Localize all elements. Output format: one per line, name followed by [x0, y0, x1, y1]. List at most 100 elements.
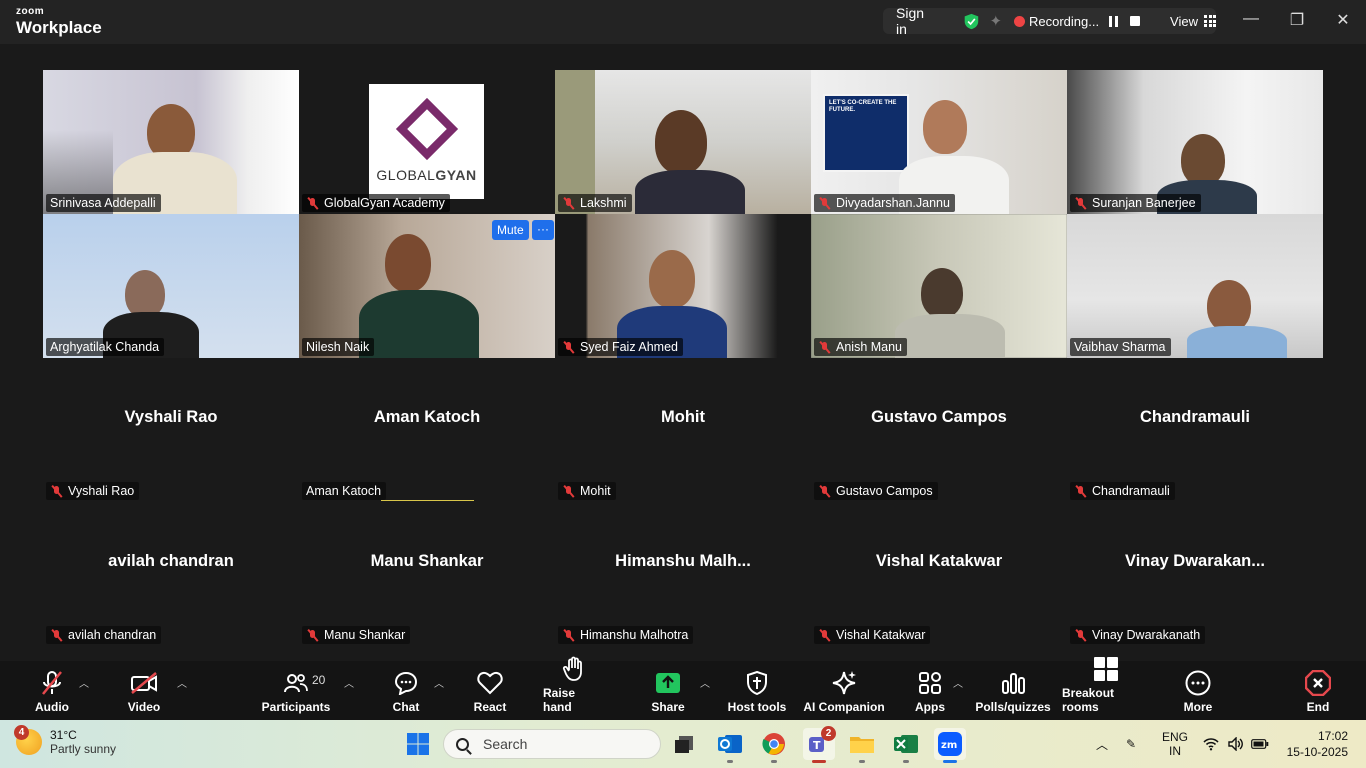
video-tile[interactable]: LET'S CO-CREATE THE FUTURE. Divyadarshan… — [811, 70, 1067, 214]
breakout-rooms-button[interactable]: Breakout rooms — [1062, 657, 1150, 720]
mic-muted-icon — [818, 197, 831, 210]
show-hidden-icons[interactable]: ︿ — [1096, 720, 1108, 768]
language-indicator[interactable]: ENG IN — [1162, 720, 1188, 768]
participant-display-name: Gustavo Campos — [871, 408, 1007, 426]
video-tile[interactable]: Syed Faiz Ahmed — [555, 214, 811, 358]
mic-muted-icon — [50, 629, 63, 642]
name-tile[interactable]: Vinay Dwarakan... Vinay Dwarakanath — [1067, 502, 1323, 646]
bar-chart-icon — [1002, 673, 1025, 694]
video-off-icon — [131, 672, 157, 694]
view-button[interactable]: View — [1170, 14, 1198, 29]
video-tile[interactable]: Anish Manu — [811, 214, 1067, 358]
participant-display-name: Chandramauli — [1139, 408, 1251, 426]
security-shield-icon[interactable] — [963, 13, 980, 30]
chrome-app[interactable] — [758, 728, 790, 763]
video-tile[interactable]: Vaibhav Sharma — [1067, 214, 1323, 358]
name-tile[interactable]: Manu Shankar Manu Shankar — [299, 502, 555, 646]
minimize-button[interactable]: — — [1239, 10, 1263, 32]
battery-icon[interactable] — [1251, 720, 1269, 768]
teams-badge: 2 — [821, 726, 836, 741]
name-tile[interactable]: Chandramauli Chandramauli — [1067, 358, 1323, 502]
video-tile[interactable]: Srinivasa Addepalli — [43, 70, 299, 214]
chat-options-chevron-icon[interactable]: ︿ — [434, 675, 444, 690]
mic-muted-icon — [50, 485, 63, 498]
zoom-app[interactable]: zm — [934, 728, 966, 763]
brand-small: zoom — [16, 6, 45, 17]
name-tile[interactable]: Vishal Katakwar Vishal Katakwar — [811, 502, 1067, 646]
name-tile[interactable]: Himanshu Malh... Himanshu Malhotra — [555, 502, 811, 646]
recording-status[interactable]: Recording... — [1029, 14, 1099, 29]
system-clock[interactable]: 17:02 15-10-2025 — [1287, 729, 1348, 760]
search-label: Search — [483, 736, 528, 752]
ai-companion-button[interactable]: AI Companion — [803, 661, 885, 720]
audio-button[interactable]: Audio — [30, 661, 74, 720]
share-options-chevron-icon[interactable]: ︿ — [700, 675, 710, 690]
chat-button[interactable]: Chat — [388, 661, 424, 720]
close-button[interactable]: ✕ — [1331, 10, 1355, 32]
video-button[interactable]: Video — [122, 661, 166, 720]
participant-more-button[interactable]: ··· — [532, 220, 554, 240]
outlook-app[interactable] — [714, 728, 746, 763]
video-tile[interactable]: Lakshmi — [555, 70, 811, 214]
participant-name-label: Manu Shankar — [302, 626, 411, 644]
name-tile[interactable]: Aman Katoch Aman Katoch — [299, 358, 555, 502]
mic-muted-icon — [1074, 485, 1087, 498]
pen-icon[interactable]: ✎ — [1126, 720, 1136, 768]
more-button[interactable]: More — [1180, 661, 1216, 720]
audio-options-chevron-icon[interactable]: ︿ — [79, 675, 89, 690]
mic-muted-icon — [818, 341, 831, 354]
outlook-icon — [718, 735, 742, 753]
participant-display-name: Vinay Dwarakan... — [1124, 552, 1266, 570]
participant-name-label: Vaibhav Sharma — [1070, 338, 1171, 356]
name-tile[interactable]: Vyshali Rao Vyshali Rao — [43, 358, 299, 502]
raise-hand-button[interactable]: Raise hand — [543, 656, 605, 720]
react-button[interactable]: React — [470, 661, 510, 720]
video-gallery: Srinivasa Addepalli GLOBALGYAN GlobalGya… — [43, 70, 1323, 660]
search-icon — [456, 737, 469, 751]
task-view-button[interactable] — [668, 728, 700, 760]
heart-icon — [477, 671, 503, 695]
participants-button[interactable]: Participants — [262, 661, 330, 720]
poster: LET'S CO-CREATE THE FUTURE. — [823, 94, 909, 172]
name-tile[interactable]: Mohit Mohit — [555, 358, 811, 502]
file-explorer-app[interactable] — [846, 728, 878, 763]
folder-icon — [850, 737, 874, 753]
polls-button[interactable]: Polls/quizzes — [975, 661, 1051, 720]
name-tile[interactable]: Gustavo Campos Gustavo Campos — [811, 358, 1067, 502]
sign-in-button[interactable]: Sign in — [896, 5, 939, 37]
mic-muted-icon — [1074, 629, 1087, 642]
apps-button[interactable]: Apps — [912, 661, 948, 720]
host-tools-button[interactable]: Host tools — [727, 661, 787, 720]
participant-name-label: Arghyatilak Chanda — [46, 338, 165, 356]
grid-view-icon[interactable] — [1204, 15, 1216, 27]
share-button[interactable]: Share — [648, 661, 688, 720]
participant-name-label: Nilesh Naik — [302, 338, 375, 356]
video-tile[interactable]: GLOBALGYAN GlobalGyan Academy — [299, 70, 555, 214]
teams-app[interactable]: T 2 — [803, 726, 836, 763]
video-tile[interactable]: Suranjan Banerjee — [1067, 70, 1323, 214]
restore-button[interactable]: ❐ — [1285, 10, 1309, 32]
name-tile[interactable]: avilah chandran avilah chandran — [43, 502, 299, 646]
mute-participant-button[interactable]: Mute — [492, 220, 529, 240]
participants-options-chevron-icon[interactable]: ︿ — [344, 675, 354, 690]
mic-muted-icon — [306, 629, 319, 642]
ai-sparkle-icon[interactable]: ✦ — [989, 12, 1002, 30]
weather-widget[interactable]: 4 31°C Partly sunny — [14, 725, 116, 757]
mic-muted-icon — [1074, 197, 1087, 210]
start-button[interactable] — [402, 728, 434, 760]
participant-display-name: Aman Katoch — [373, 408, 481, 426]
video-options-chevron-icon[interactable]: ︿ — [177, 675, 187, 690]
excel-app[interactable] — [890, 728, 922, 763]
chrome-icon — [762, 733, 785, 755]
volume-icon[interactable] — [1228, 720, 1244, 768]
wifi-icon[interactable] — [1203, 720, 1219, 768]
end-meeting-button[interactable]: End — [1300, 661, 1336, 720]
stop-recording-icon[interactable] — [1130, 16, 1141, 26]
video-tile[interactable]: Arghyatilak Chanda — [43, 214, 299, 358]
taskbar-search[interactable]: Search — [443, 729, 661, 759]
apps-options-chevron-icon[interactable]: ︿ — [953, 675, 963, 690]
windows-taskbar: 4 31°C Partly sunny Search T 2 zm ︿ ✎ EN… — [0, 720, 1366, 768]
mic-muted-icon — [306, 197, 319, 210]
pause-recording-icon[interactable] — [1109, 15, 1119, 27]
participant-display-name: Vishal Katakwar — [875, 552, 1003, 570]
